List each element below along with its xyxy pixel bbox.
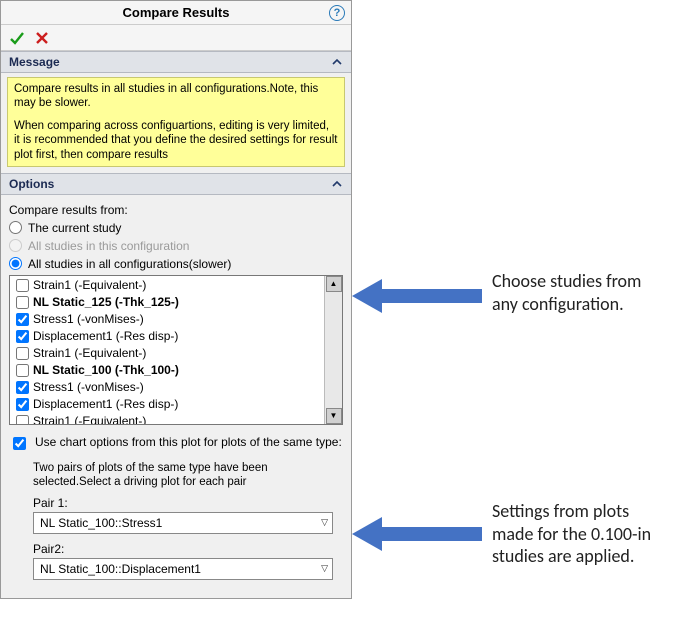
annotation-2-line-2: made for the 0.100-in	[492, 523, 651, 546]
radio-all-in-config-label: All studies in this configuration	[28, 239, 189, 253]
study-row-checkbox[interactable]	[16, 330, 29, 343]
study-item-row[interactable]: Displacement1 (-Res disp-)	[12, 328, 322, 345]
study-item-row[interactable]: Strain1 (-Equivalent-)	[12, 345, 322, 362]
cancel-button[interactable]	[35, 31, 49, 45]
help-icon[interactable]: ?	[329, 5, 345, 21]
options-body: Compare results from: The current study …	[1, 195, 351, 598]
use-chart-options-label: Use chart options from this plot for plo…	[35, 435, 342, 449]
study-row-checkbox[interactable]	[16, 347, 29, 360]
study-row-checkbox[interactable]	[16, 279, 29, 292]
message-body: Compare results in all studies in all co…	[7, 77, 345, 167]
use-chart-options-checkbox[interactable]	[13, 437, 26, 450]
study-row-label: Stress1 (-vonMises-)	[33, 312, 144, 327]
ok-button[interactable]	[9, 30, 25, 46]
study-item-row[interactable]: Stress1 (-vonMises-)	[12, 311, 322, 328]
study-row-label: NL Static_100 (-Thk_100-)	[33, 363, 179, 378]
chevron-down-icon: ▽	[321, 563, 328, 574]
radio-all-studies-input[interactable]	[9, 257, 22, 270]
radio-all-studies-label: All studies in all configurations(slower…	[28, 257, 231, 271]
study-row-checkbox[interactable]	[16, 313, 29, 326]
pair2-dropdown[interactable]: NL Static_100::Displacement1 ▽	[33, 558, 333, 580]
radio-current-study-label: The current study	[28, 221, 121, 235]
radio-all-studies[interactable]: All studies in all configurations(slower…	[9, 257, 343, 271]
study-listbox[interactable]: Strain1 (-Equivalent-) NL Static_125 (-Th…	[9, 275, 343, 425]
study-row-checkbox[interactable]	[16, 381, 29, 394]
study-row-label: Displacement1 (-Res disp-)	[33, 397, 178, 412]
message-section-header[interactable]: Message	[1, 51, 351, 73]
study-row-label: Strain1 (-Equivalent-)	[33, 414, 146, 424]
pair1-value: NL Static_100::Stress1	[40, 516, 162, 530]
study-row-label: Strain1 (-Equivalent-)	[33, 278, 146, 293]
panel-title: Compare Results	[123, 5, 230, 20]
message-header-label: Message	[9, 55, 60, 69]
study-row-label: NL Static_125 (-Thk_125-)	[33, 295, 179, 310]
pair1-label: Pair 1:	[33, 496, 339, 510]
radio-current-study[interactable]: The current study	[9, 221, 343, 235]
radio-current-study-input[interactable]	[9, 221, 22, 234]
scroll-up-arrow[interactable]: ▲	[326, 276, 342, 292]
annotation-2-line-3: studies are applied.	[492, 545, 651, 568]
options-section-header[interactable]: Options	[1, 173, 351, 195]
study-item-row[interactable]: Displacement1 (-Res disp-)	[12, 396, 322, 413]
study-row-checkbox[interactable]	[16, 398, 29, 411]
titlebar: Compare Results ?	[1, 1, 351, 25]
study-row-checkbox[interactable]	[16, 415, 29, 424]
message-line-2: When comparing across configuartions, ed…	[14, 119, 338, 162]
study-row-label: Displacement1 (-Res disp-)	[33, 329, 178, 344]
study-item-row[interactable]: Strain1 (-Equivalent-)	[12, 413, 322, 424]
pair1-dropdown[interactable]: NL Static_100::Stress1 ▽	[33, 512, 333, 534]
options-header-label: Options	[9, 177, 54, 191]
compare-results-panel: Compare Results ? Message Compare result…	[0, 0, 352, 599]
radio-all-in-config: All studies in this configuration	[9, 239, 343, 253]
chevron-up-icon	[331, 56, 343, 68]
use-chart-options-row[interactable]: Use chart options from this plot for plo…	[9, 435, 343, 453]
annotation-2-line-1: Settings from plots	[492, 500, 651, 523]
study-item-row[interactable]: Stress1 (-vonMises-)	[12, 379, 322, 396]
study-row-label: Strain1 (-Equivalent-)	[33, 346, 146, 361]
study-group-row[interactable]: NL Static_100 (-Thk_100-)	[12, 362, 322, 379]
study-row-label: Stress1 (-vonMises-)	[33, 380, 144, 395]
scroll-down-arrow[interactable]: ▼	[326, 408, 342, 424]
pair2-label: Pair2:	[33, 542, 339, 556]
annotation-1-line-1: Choose studies from	[492, 270, 641, 293]
study-row-checkbox[interactable]	[16, 296, 29, 309]
annotation-1-line-2: any configuration.	[492, 293, 641, 316]
chevron-down-icon: ▽	[321, 517, 328, 528]
annotation-arrow-1	[352, 279, 482, 313]
scrollbar[interactable]: ▲ ▼	[324, 276, 342, 424]
study-group-row[interactable]: NL Static_125 (-Thk_125-)	[12, 294, 322, 311]
action-bar	[1, 25, 351, 51]
annotation-text-2: Settings from plots made for the 0.100-i…	[492, 500, 651, 568]
radio-all-in-config-input	[9, 239, 22, 252]
study-list-content: Strain1 (-Equivalent-) NL Static_125 (-Th…	[10, 276, 324, 424]
chevron-up-icon	[331, 178, 343, 190]
study-item-row[interactable]: Strain1 (-Equivalent-)	[12, 277, 322, 294]
pair-note: Two pairs of plots of the same type have…	[33, 461, 293, 490]
message-line-1: Compare results in all studies in all co…	[14, 82, 338, 111]
annotation-text-1: Choose studies from any configuration.	[492, 270, 641, 315]
compare-from-label: Compare results from:	[9, 203, 343, 217]
study-row-checkbox[interactable]	[16, 364, 29, 377]
pair2-value: NL Static_100::Displacement1	[40, 562, 201, 576]
annotation-arrow-2	[352, 517, 482, 551]
